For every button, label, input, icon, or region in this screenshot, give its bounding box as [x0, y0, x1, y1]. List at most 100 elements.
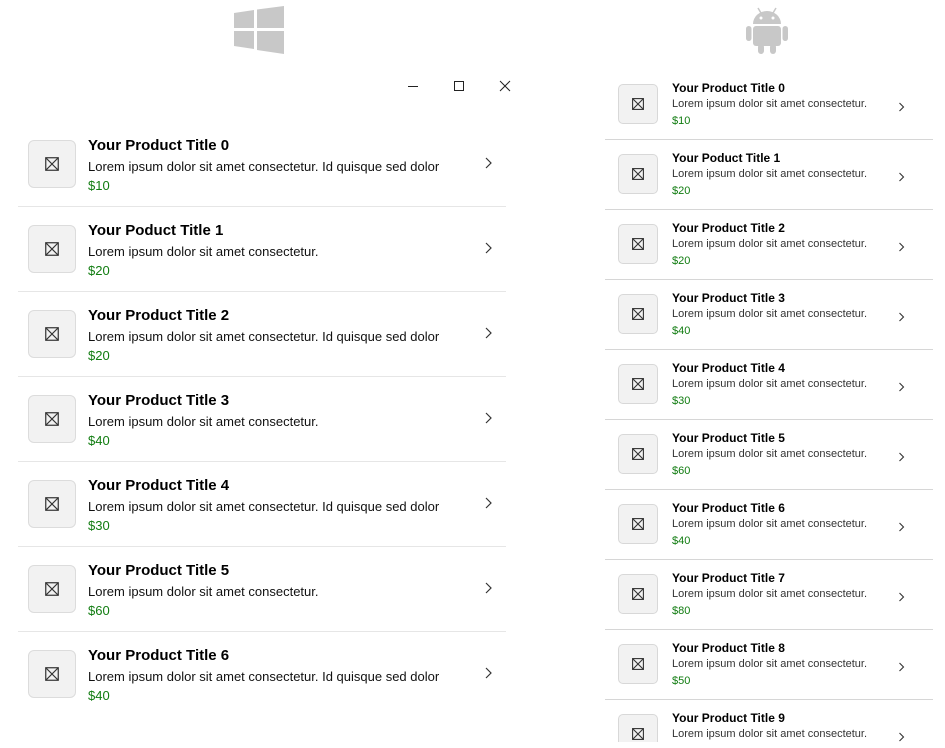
- image-placeholder-icon: [618, 434, 658, 474]
- image-placeholder-icon: [618, 504, 658, 544]
- chevron-right-icon: [484, 326, 492, 344]
- product-description: Lorem ipsum dolor sit amet consectetur.: [88, 244, 319, 259]
- product-price: $10: [672, 115, 691, 127]
- list-item[interactable]: Your Product Title 5 Lorem ipsum dolor s…: [18, 547, 506, 632]
- image-placeholder-icon: [618, 294, 658, 334]
- windows-product-list: Your Product Title 0 Lorem ipsum dolor s…: [18, 122, 506, 716]
- product-price: $20: [672, 255, 691, 267]
- minimize-icon[interactable]: [405, 78, 421, 94]
- list-item[interactable]: Your Product Title 4 Lorem ipsum dolor s…: [605, 350, 933, 420]
- product-title: Your Product Title 5: [88, 562, 230, 579]
- product-description: Lorem ipsum dolor sit amet consectetur.: [672, 98, 868, 110]
- list-item[interactable]: Your Product Title 6 Lorem ipsum dolor s…: [18, 632, 506, 716]
- windows-logo-icon: [234, 6, 284, 54]
- image-placeholder-icon: [618, 644, 658, 684]
- list-item[interactable]: Your Product Title 9 Lorem ipsum dolor s…: [605, 700, 933, 742]
- list-item[interactable]: Your Product Title 0 Lorem ipsum dolor s…: [18, 122, 506, 207]
- product-description: Lorem ipsum dolor sit amet consectetur. …: [88, 669, 440, 684]
- product-description: Lorem ipsum dolor sit amet consectetur.: [672, 658, 868, 670]
- product-description: Lorem ipsum dolor sit amet consectetur.: [672, 448, 868, 460]
- list-item[interactable]: Your Poduct Title 1 Lorem ipsum dolor si…: [18, 207, 506, 292]
- chevron-right-icon: [898, 379, 905, 397]
- image-placeholder-icon: [28, 225, 76, 273]
- product-description: Lorem ipsum dolor sit amet consectetur.: [88, 414, 319, 429]
- chevron-right-icon: [484, 496, 492, 514]
- maximize-icon[interactable]: [451, 78, 467, 94]
- product-description: Lorem ipsum dolor sit amet consectetur. …: [88, 329, 440, 344]
- close-icon[interactable]: [497, 78, 513, 94]
- android-logo-icon: [746, 6, 788, 54]
- chevron-right-icon: [484, 411, 492, 429]
- product-title: Your Product Title 8: [672, 641, 785, 655]
- product-description: Lorem ipsum dolor sit amet consectetur.: [672, 378, 868, 390]
- product-price: $60: [672, 465, 691, 477]
- image-placeholder-icon: [618, 154, 658, 194]
- chevron-right-icon: [898, 309, 905, 327]
- list-item[interactable]: Your Product Title 8 Lorem ipsum dolor s…: [605, 630, 933, 700]
- chevron-right-icon: [898, 589, 905, 607]
- product-description: Lorem ipsum dolor sit amet consectetur.: [672, 728, 868, 740]
- product-title: Your Poduct Title 1: [88, 222, 224, 239]
- list-item[interactable]: Your Product Title 2 Lorem ipsum dolor s…: [18, 292, 506, 377]
- product-price: $20: [672, 185, 691, 197]
- chevron-right-icon: [898, 99, 905, 117]
- product-title: Your Product Title 9: [672, 711, 785, 725]
- list-item[interactable]: Your Product Title 3 Lorem ipsum dolor s…: [18, 377, 506, 462]
- product-title: Your Product Title 4: [88, 477, 230, 494]
- product-title: Your Product Title 3: [88, 392, 230, 409]
- image-placeholder-icon: [618, 224, 658, 264]
- product-title: Your Product Title 6: [88, 647, 230, 664]
- image-placeholder-icon: [28, 650, 76, 698]
- android-product-list[interactable]: Your Product Title 0 Lorem ipsum dolor s…: [605, 70, 933, 742]
- product-title: Your Product Title 5: [672, 431, 785, 445]
- list-item[interactable]: Your Poduct Title 1 Lorem ipsum dolor si…: [605, 140, 933, 210]
- product-price: $40: [672, 325, 691, 337]
- product-title: Your Poduct Title 1: [672, 151, 781, 165]
- chevron-right-icon: [484, 666, 492, 684]
- product-price: $80: [672, 605, 691, 617]
- list-item[interactable]: Your Product Title 0 Lorem ipsum dolor s…: [605, 70, 933, 140]
- product-title: Your Product Title 2: [672, 221, 785, 235]
- list-item[interactable]: Your Product Title 2 Lorem ipsum dolor s…: [605, 210, 933, 280]
- product-price: $30: [88, 518, 110, 533]
- image-placeholder-icon: [618, 84, 658, 124]
- product-description: Lorem ipsum dolor sit amet consectetur.: [88, 584, 319, 599]
- list-item[interactable]: Your Product Title 6 Lorem ipsum dolor s…: [605, 490, 933, 560]
- image-placeholder-icon: [28, 310, 76, 358]
- chevron-right-icon: [898, 449, 905, 467]
- product-description: Lorem ipsum dolor sit amet consectetur. …: [88, 159, 440, 174]
- product-description: Lorem ipsum dolor sit amet consectetur.: [672, 308, 868, 320]
- product-description: Lorem ipsum dolor sit amet consectetur.: [672, 518, 868, 530]
- product-description: Lorem ipsum dolor sit amet consectetur.: [672, 588, 868, 600]
- product-description: Lorem ipsum dolor sit amet consectetur. …: [88, 499, 440, 514]
- product-price: $50: [672, 675, 691, 687]
- product-price: $20: [88, 348, 110, 363]
- chevron-right-icon: [898, 169, 905, 187]
- product-description: Lorem ipsum dolor sit amet consectetur.: [672, 238, 868, 250]
- image-placeholder-icon: [618, 714, 658, 742]
- list-item[interactable]: Your Product Title 7 Lorem ipsum dolor s…: [605, 560, 933, 630]
- product-title: Your Product Title 2: [88, 307, 230, 324]
- product-price: $30: [672, 395, 691, 407]
- product-price: $20: [88, 263, 110, 278]
- product-title: Your Product Title 3: [672, 291, 785, 305]
- chevron-right-icon: [484, 156, 492, 174]
- image-placeholder-icon: [618, 364, 658, 404]
- chevron-right-icon: [484, 581, 492, 599]
- image-placeholder-icon: [28, 395, 76, 443]
- image-placeholder-icon: [28, 140, 76, 188]
- list-item[interactable]: Your Product Title 3 Lorem ipsum dolor s…: [605, 280, 933, 350]
- chevron-right-icon: [898, 729, 905, 742]
- chevron-right-icon: [898, 519, 905, 537]
- image-placeholder-icon: [618, 574, 658, 614]
- list-item[interactable]: Your Product Title 4 Lorem ipsum dolor s…: [18, 462, 506, 547]
- product-price: $40: [88, 688, 110, 703]
- product-title: Your Product Title 4: [672, 361, 785, 375]
- image-placeholder-icon: [28, 480, 76, 528]
- image-placeholder-icon: [28, 565, 76, 613]
- product-title: Your Product Title 0: [672, 81, 785, 95]
- list-item[interactable]: Your Product Title 5 Lorem ipsum dolor s…: [605, 420, 933, 490]
- chevron-right-icon: [898, 659, 905, 677]
- product-price: $40: [88, 433, 110, 448]
- product-description: Lorem ipsum dolor sit amet consectetur.: [672, 168, 868, 180]
